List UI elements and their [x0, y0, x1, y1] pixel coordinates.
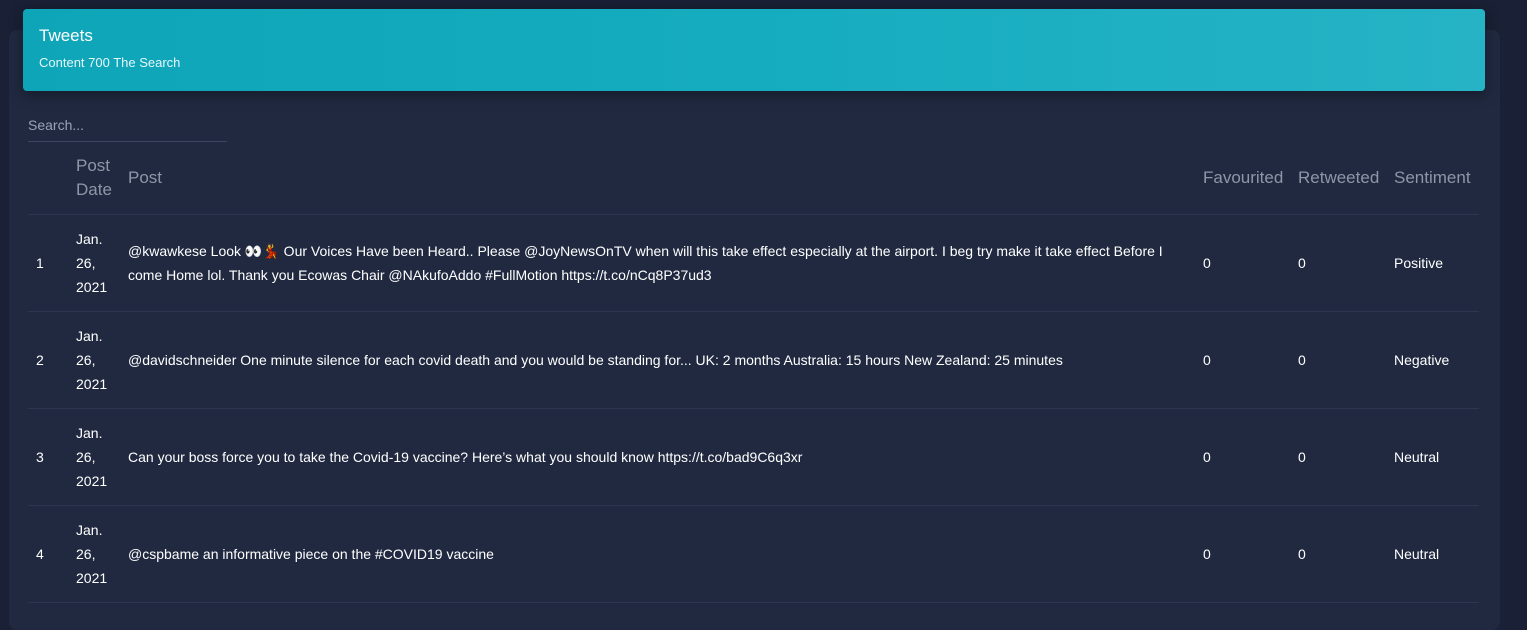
favourited-count: 0: [1203, 352, 1211, 368]
post-text: Can your boss force you to take the Covi…: [128, 449, 803, 465]
page-subtitle: Content 700 The Search: [39, 55, 181, 70]
table-row[interactable]: 4 Jan. 26, 2021 @cspbame an informative …: [28, 506, 1479, 603]
post-date: Jan. 26, 2021: [76, 231, 108, 295]
favourited-count: 0: [1203, 546, 1211, 562]
search-box: [28, 111, 227, 142]
table-row[interactable]: 3 Jan. 26, 2021 Can your boss force you …: [28, 409, 1479, 506]
column-header-sentiment[interactable]: Sentiment: [1394, 142, 1484, 214]
post-text: @davidschneider One minute silence for e…: [128, 352, 1063, 368]
column-header-index: [36, 142, 76, 214]
row-index: 3: [36, 449, 44, 465]
column-header-post[interactable]: Post: [128, 142, 1188, 214]
search-input[interactable]: [28, 111, 227, 139]
row-index: 1: [36, 255, 44, 271]
post-date: Jan. 26, 2021: [76, 522, 108, 586]
row-index: 4: [36, 546, 44, 562]
sentiment-label: Neutral: [1394, 546, 1440, 562]
table-row[interactable]: 1 Jan. 26, 2021 @kwawkese Look 👀💃 Our Vo…: [28, 215, 1479, 312]
post-text: @cspbame an informative piece on the #CO…: [128, 546, 494, 562]
favourited-count: 0: [1203, 255, 1211, 271]
retweeted-count: 0: [1298, 352, 1306, 368]
column-header-post-date[interactable]: Post Date: [76, 142, 124, 214]
retweeted-count: 0: [1298, 449, 1306, 465]
sentiment-label: Neutral: [1394, 449, 1440, 465]
sentiment-label: Negative: [1394, 352, 1450, 368]
row-index: 2: [36, 352, 44, 368]
post-date: Jan. 26, 2021: [76, 425, 108, 489]
sentiment-label: Positive: [1394, 255, 1444, 271]
retweeted-count: 0: [1298, 255, 1306, 271]
favourited-count: 0: [1203, 449, 1211, 465]
column-header-retweeted[interactable]: Retweeted: [1298, 142, 1388, 214]
card-header: Tweets Content 700 The Search: [23, 9, 1485, 91]
post-date: Jan. 26, 2021: [76, 328, 108, 392]
column-header-favourited[interactable]: Favourited: [1203, 142, 1293, 214]
table-header-row: Post Date Post Favourited Retweeted Sent…: [28, 142, 1479, 215]
table-row[interactable]: 2 Jan. 26, 2021 @davidschneider One minu…: [28, 312, 1479, 409]
post-text: @kwawkese Look 👀💃 Our Voices Have been H…: [128, 243, 1163, 283]
page-title: Tweets: [39, 26, 93, 45]
retweeted-count: 0: [1298, 546, 1306, 562]
